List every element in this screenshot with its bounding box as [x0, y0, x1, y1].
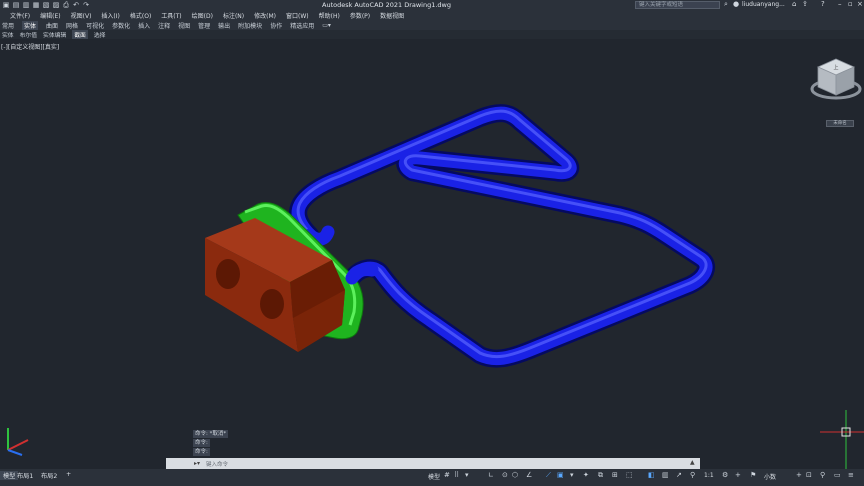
command-history-line: 命令: [193, 439, 210, 447]
selection-filter-icon[interactable]: ⬚ [626, 471, 633, 479]
transparency-icon[interactable]: ▾ [570, 471, 574, 479]
add-layout-button[interactable]: + [63, 471, 74, 478]
ortho-icon[interactable]: ∟ [488, 471, 494, 479]
clean-screen-icon[interactable]: ≡ [848, 471, 854, 479]
osnap-tracking-icon[interactable]: ∠ [526, 471, 532, 479]
selection-cycling-icon[interactable]: ✦ [583, 471, 589, 479]
command-line-bar[interactable] [166, 458, 700, 469]
gizmo-icon[interactable]: ◧ [648, 471, 655, 479]
tab-layout2[interactable]: 布局2 [38, 471, 60, 480]
annotation-scale-icon[interactable]: ⚲ [690, 471, 695, 479]
view-cube[interactable]: 上 [806, 55, 864, 115]
prompt-icon: ▸▾ [194, 460, 201, 467]
quick-properties-icon[interactable]: + [796, 471, 802, 479]
viewcube-face-top[interactable]: 上 [833, 64, 838, 71]
dynamic-ucs-icon[interactable]: ⊞ [612, 471, 618, 479]
snap-icon[interactable]: ⠿ [454, 471, 459, 479]
ucs-menu-button[interactable]: 未命名 [826, 120, 854, 127]
command-history-line: 命令: *取消* [193, 430, 229, 438]
bolt-hole-1 [216, 259, 240, 289]
crosshair-cursor [820, 410, 864, 470]
command-history-line: 命令: [193, 448, 210, 456]
workspace-gear-icon[interactable]: ⚙ [722, 471, 728, 479]
units-icon[interactable]: ⚑ [750, 471, 756, 479]
snap-dropdown-icon[interactable]: ▾ [465, 471, 469, 479]
model-space-label[interactable]: 模型 [428, 472, 440, 481]
lock-ui-icon[interactable]: ⊡ [806, 471, 812, 479]
customize-icon[interactable]: ✎ [180, 459, 186, 467]
grid-icon[interactable]: # [444, 471, 450, 479]
annotation-monitor-icon[interactable]: + [735, 471, 741, 479]
3d-osnap-icon[interactable]: ⧉ [598, 471, 603, 480]
annotation-visibility-icon[interactable]: ▥ [662, 471, 669, 479]
object-snap-icon[interactable]: ⟋ [546, 471, 551, 480]
isolate-objects-icon[interactable]: ⚲ [820, 471, 825, 479]
annotation-scale-value[interactable]: 1:1 [704, 472, 714, 479]
command-history-toggle-icon[interactable]: ▲ [690, 459, 695, 466]
command-input[interactable]: 键入命令 [206, 460, 228, 468]
units-value[interactable]: 小数 [764, 472, 776, 481]
3d-model-scene [7, 104, 864, 470]
hardware-acceleration-icon[interactable]: ▭ [834, 471, 841, 479]
tab-layout1[interactable]: 布局1 [14, 471, 36, 480]
close-command-icon[interactable]: × [170, 459, 176, 467]
polar-icon[interactable]: ⊙ [502, 471, 508, 479]
bolt-hole-2 [260, 289, 284, 319]
lineweight-icon[interactable]: ▣ [557, 471, 564, 479]
ucs-icon [7, 428, 29, 456]
auto-scale-icon[interactable]: ↗ [676, 471, 682, 479]
isodraft-icon[interactable]: ⬡ [512, 471, 518, 479]
